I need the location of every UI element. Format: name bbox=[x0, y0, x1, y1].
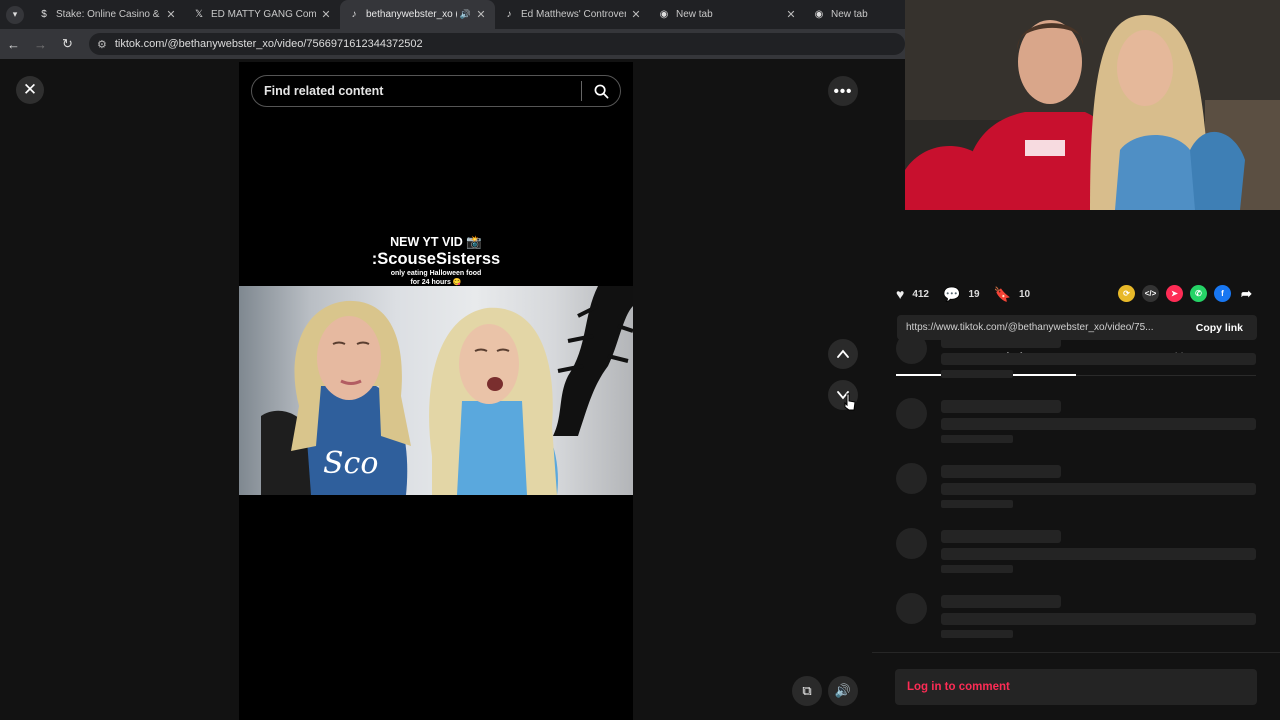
more-options-button[interactable]: ••• bbox=[828, 76, 858, 106]
tiktok-icon: ♪ bbox=[351, 9, 357, 20]
black-decoration-image bbox=[553, 286, 633, 436]
watermark-script-text: Sco bbox=[323, 446, 379, 481]
pip-icon: ⧉ bbox=[802, 683, 812, 698]
facebook-icon[interactable]: f bbox=[1214, 285, 1231, 302]
address-bar: ← → ↻ ⚙ tiktok.com/@bethanywebster_xo/vi… bbox=[0, 29, 905, 59]
chevron-up-icon bbox=[837, 349, 849, 358]
engagement-stats: ♥ 412 💬 19 🔖 10 bbox=[896, 284, 1044, 304]
x-icon: 𝕏 bbox=[194, 9, 204, 20]
video-player[interactable]: NEW YT VID 📸 :ScouseSisterss only eating… bbox=[239, 62, 633, 720]
browser-tab[interactable]: $ Stake: Online Casino & Sp ✕ bbox=[30, 0, 185, 29]
close-icon: ✕ bbox=[22, 80, 38, 99]
tab-title: Ed Matthews' Controvers bbox=[521, 9, 626, 20]
close-tab-icon[interactable]: ✕ bbox=[475, 8, 487, 21]
whatsapp-icon[interactable]: ✆ bbox=[1190, 285, 1207, 302]
related-search-input[interactable] bbox=[252, 84, 581, 98]
comment-skeleton bbox=[896, 463, 1258, 508]
copy-link-button[interactable]: Copy link bbox=[1188, 322, 1257, 334]
save-count: 10 bbox=[1019, 288, 1031, 300]
share-arrow-icon[interactable]: ➦ bbox=[1238, 285, 1255, 302]
tiktok-icon: ♪ bbox=[506, 9, 512, 20]
bookmark-icon: 🔖 bbox=[993, 285, 1011, 302]
reload-button[interactable]: ↻ bbox=[54, 29, 81, 59]
forward-button[interactable]: → bbox=[27, 29, 54, 59]
browser-tab[interactable]: ◉ New tab ✕ bbox=[650, 0, 805, 29]
webcam-overlay-image bbox=[905, 0, 1280, 210]
tab-title: Stake: Online Casino & Sp bbox=[56, 9, 161, 20]
comment-skeleton bbox=[896, 528, 1258, 573]
chrome-icon: ◉ bbox=[659, 9, 669, 20]
browser-tab[interactable]: ♪ Ed Matthews' Controvers ✕ bbox=[495, 0, 650, 29]
comment-skeleton bbox=[896, 593, 1258, 638]
search-icon bbox=[594, 84, 608, 98]
repost-icon[interactable]: ⟳ bbox=[1118, 285, 1135, 302]
tab-title: New tab bbox=[676, 9, 713, 20]
video-link-text: https://www.tiktok.com/@bethanywebster_x… bbox=[906, 322, 1154, 333]
close-tab-icon[interactable]: ✕ bbox=[785, 8, 797, 21]
comment-stat[interactable]: 💬 19 bbox=[943, 286, 980, 303]
tab-title: bethanywebster_xo ( bbox=[366, 9, 457, 20]
tab-search-button[interactable]: ▾ bbox=[0, 0, 30, 29]
close-tab-icon[interactable]: ✕ bbox=[630, 8, 642, 21]
login-to-comment-button[interactable]: Log in to comment bbox=[895, 669, 1257, 705]
overlay-line-1: NEW YT VID 📸 bbox=[390, 235, 482, 249]
volume-icon: 🔊 bbox=[834, 683, 852, 698]
like-stat[interactable]: ♥ 412 bbox=[896, 286, 929, 302]
browser-tab[interactable]: 𝕏 ED MATTY GANG Comm ✕ bbox=[185, 0, 340, 29]
picture-in-picture-button[interactable]: ⧉ bbox=[792, 676, 822, 706]
comment-count: 19 bbox=[968, 288, 980, 300]
like-count: 412 bbox=[912, 288, 929, 300]
save-stat[interactable]: 🔖 10 bbox=[994, 286, 1031, 303]
url-field[interactable]: ⚙ tiktok.com/@bethanywebster_xo/video/75… bbox=[89, 33, 905, 55]
search-button[interactable] bbox=[582, 76, 620, 106]
related-search-box bbox=[251, 75, 621, 107]
overlay-line-2: :ScouseSisterss bbox=[371, 250, 501, 268]
embed-icon[interactable]: </> bbox=[1142, 285, 1159, 302]
video-frame: Sco bbox=[239, 286, 633, 495]
comment-skeleton bbox=[896, 398, 1258, 443]
close-video-button[interactable]: ✕ bbox=[16, 76, 44, 104]
stake-icon: $ bbox=[41, 9, 47, 20]
site-info-icon[interactable]: ⚙ bbox=[97, 38, 107, 51]
send-icon[interactable]: ➤ bbox=[1166, 285, 1183, 302]
comment-skeleton bbox=[896, 333, 1258, 378]
tab-title: ED MATTY GANG Comm bbox=[211, 9, 316, 20]
share-buttons: ⟳ </> ➤ ✆ f ➦ bbox=[1118, 285, 1262, 302]
speaker-icon[interactable]: 🔊 bbox=[460, 9, 471, 20]
close-tab-icon[interactable]: ✕ bbox=[165, 8, 177, 21]
video-caption-overlay: NEW YT VID 📸 :ScouseSisterss only eating… bbox=[239, 235, 633, 287]
webcam-people-image bbox=[905, 0, 1280, 210]
more-dots-icon: ••• bbox=[833, 82, 853, 100]
heart-icon: ♥ bbox=[896, 286, 905, 302]
browser-tab-active[interactable]: ♪ bethanywebster_xo ( 🔊 ✕ bbox=[340, 0, 495, 29]
volume-button[interactable]: 🔊 bbox=[828, 676, 858, 706]
close-tab-icon[interactable]: ✕ bbox=[320, 8, 332, 21]
chevron-down-icon: ▾ bbox=[6, 5, 24, 24]
overlay-line-3: only eating Halloween food bbox=[390, 270, 482, 277]
comment-login-bar: Log in to comment bbox=[872, 652, 1280, 720]
previous-video-button[interactable] bbox=[828, 339, 858, 369]
back-button[interactable]: ← bbox=[0, 29, 27, 59]
chrome-icon: ◉ bbox=[814, 9, 824, 20]
mouse-cursor-icon bbox=[844, 393, 856, 411]
url-text: tiktok.com/@bethanywebster_xo/video/7566… bbox=[114, 38, 423, 50]
comment-icon: 💬 bbox=[943, 285, 961, 302]
